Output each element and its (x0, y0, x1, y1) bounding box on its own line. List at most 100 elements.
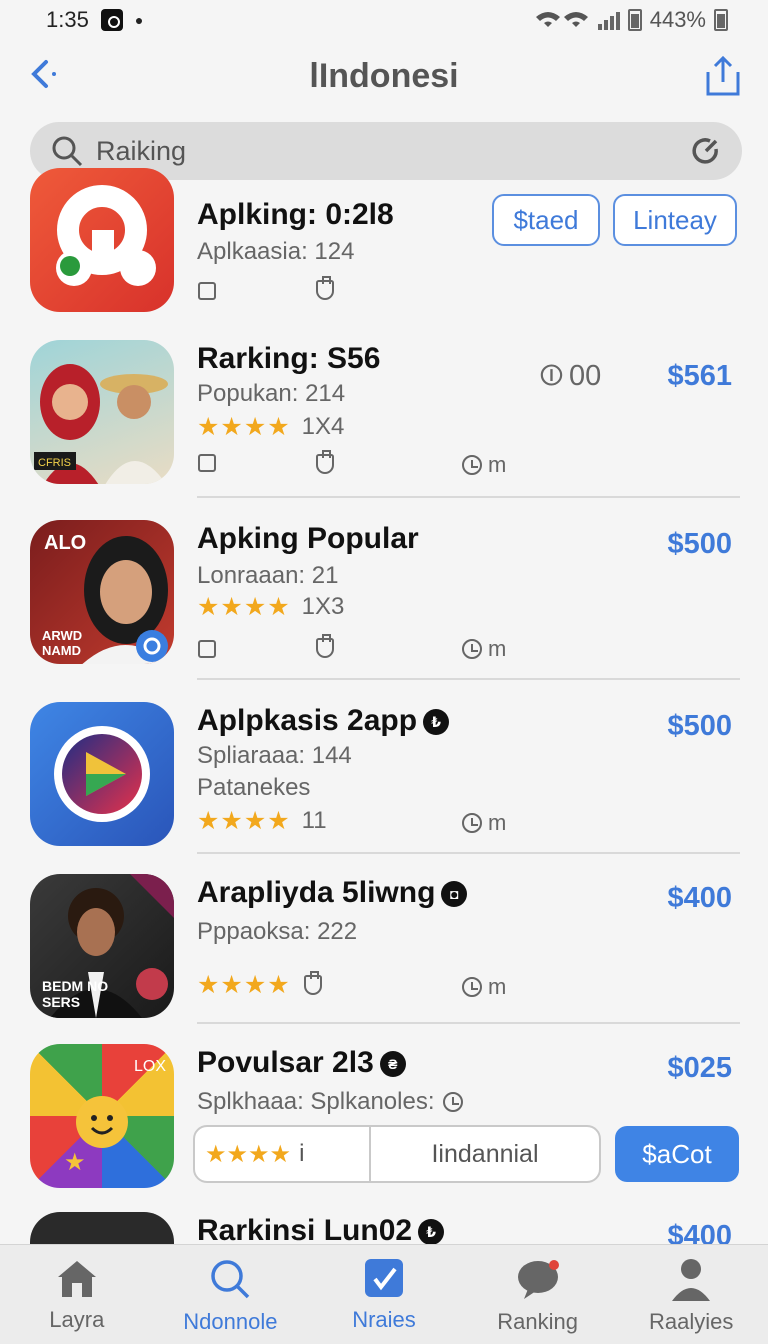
download-badge: ⏼ 00 (540, 360, 601, 393)
status-bar: 1:35 ● 443% (0, 0, 768, 40)
category-segment[interactable]: Iindannial (371, 1127, 599, 1181)
list-item[interactable]: Aplpkasis 2app ₺ Spliaraaa: 144 Patanekes… (0, 702, 768, 862)
verified-icon: ₺ (418, 1219, 445, 1244)
tab-label: Nraies (352, 1307, 416, 1332)
top-header: lIndonesi (0, 44, 768, 108)
app-icon: ★ LOX (30, 1044, 174, 1188)
bottom-tab-bar: Layra Ndonnole Nraies Ranking Raalyies (0, 1244, 768, 1344)
clock-icon (442, 1092, 463, 1112)
app-name-text: Aplpkasis 2app (197, 704, 418, 737)
app-price[interactable]: $400 (667, 882, 732, 915)
divider (197, 852, 740, 854)
star-rating: ★★★★ 11 (197, 806, 327, 836)
refresh-icon[interactable] (690, 135, 722, 167)
page-title: lIndonesi (309, 56, 459, 95)
battery-icon (714, 9, 728, 31)
list-item[interactable]: BEDM NO SERS Arapliyda 5liwng ◘ Pppaoksa:… (0, 874, 768, 1034)
get-button[interactable]: $aCot (615, 1126, 739, 1182)
tab-label: Raalyies (648, 1309, 734, 1334)
tab-search[interactable]: Ndonnole (154, 1245, 308, 1344)
time-meta: m (462, 636, 506, 662)
stated-button[interactable]: $taed (492, 194, 600, 246)
list-item[interactable]: ALO ARWD NAMD Apking Popular Lonraaan: 2… (0, 520, 768, 680)
app-name: Rarking: S56 (197, 342, 381, 375)
rating-segment[interactable]: ★★★★ i (195, 1127, 371, 1181)
edit-icon (364, 1259, 403, 1297)
app-price[interactable]: $500 (667, 710, 732, 743)
app-name: Aplpkasis 2app ₺ (197, 704, 450, 738)
app-subtitle: Popukan: 214 (197, 380, 346, 407)
rating-stars: ★★★★ (197, 971, 291, 999)
app-price[interactable]: $561 (667, 360, 732, 393)
app-subtitle: Lonraaan: 21 (197, 562, 339, 589)
wifi-icon (535, 12, 588, 27)
svg-text:CFRIS: CFRIS (38, 457, 71, 469)
tab-new[interactable]: Nraies (307, 1245, 461, 1344)
app-subtitle-text: Splkhaaa: Splkanoles: (197, 1088, 435, 1115)
bookmark-icon (198, 282, 216, 300)
search-icon (211, 1260, 250, 1299)
rating-count: 1X4 (301, 413, 345, 440)
shield-icon (316, 276, 334, 300)
verified-icon: ₴ (379, 1051, 406, 1078)
list-item[interactable]: Rarkinsi Lun02 ₺ $400 (0, 1212, 768, 1244)
app-name-text: Rarkinsi Lun02 (197, 1214, 413, 1244)
divider (197, 1022, 740, 1024)
app-icon (30, 1212, 174, 1244)
back-icon[interactable] (24, 54, 64, 94)
list-item[interactable]: Aplking: 0:2l8 Aplkaasia: 124 $taed Lint… (0, 168, 768, 328)
app-price[interactable]: $500 (667, 528, 732, 561)
app-name: Povulsar 2l3 ₴ (197, 1046, 406, 1080)
rating-filter-control[interactable]: ★★★★ i Iindannial (193, 1125, 601, 1183)
verified-icon: ₺ (423, 709, 450, 736)
verified-icon: ◘ (441, 881, 468, 908)
app-icon (30, 702, 174, 846)
battery-percent: 443% (649, 7, 706, 32)
app-name: Aplking: 0:2l8 (197, 198, 394, 231)
time-meta-value: m (488, 810, 507, 835)
chat-icon (517, 1260, 559, 1299)
app-price[interactable]: $400 (667, 1220, 732, 1244)
battery-small-icon (627, 9, 642, 31)
tab-label: Layra (49, 1307, 105, 1332)
app-name: Arapliyda 5liwng ◘ (197, 876, 468, 910)
bookmark-icon (198, 454, 216, 472)
shield-icon (303, 971, 322, 995)
icon-text-bottom: BEDM NO SERS (42, 978, 109, 1010)
status-time: 1:35 (46, 7, 89, 32)
star-rating: ★★★★ 1X3 (197, 592, 344, 622)
app-icon (30, 168, 174, 312)
tab-label: Ranking (497, 1309, 578, 1334)
time-meta-value: m (488, 636, 507, 661)
app-subtitle: Splkhaaa: Splkanoles: (197, 1088, 463, 1116)
app-ranking-list: Aplking: 0:2l8 Aplkaasia: 124 $taed Lint… (0, 168, 768, 1244)
star-rating: ★★★★ 1X4 (197, 412, 344, 442)
power-icon: ⏼ (540, 360, 563, 392)
rating-stars: ★★★★ (197, 593, 291, 621)
tab-ranking[interactable]: Ranking (461, 1245, 615, 1344)
tab-profile[interactable]: Raalyies (614, 1245, 768, 1344)
app-price[interactable]: $025 (667, 1052, 732, 1085)
app-subtitle-2: Patanekes (197, 774, 311, 801)
divider (197, 678, 740, 680)
time-meta: m (462, 452, 506, 478)
linteay-button[interactable]: Linteay (613, 194, 737, 246)
app-name: Rarkinsi Lun02 ₺ (197, 1214, 445, 1244)
notification-dot-icon: ● (134, 12, 144, 28)
app-icon: BEDM NO SERS (30, 874, 174, 1018)
rating-segment-count: i (299, 1140, 305, 1167)
icon-text-top: ALO (44, 532, 87, 554)
search-icon (52, 136, 83, 167)
shield-icon (316, 450, 334, 474)
badge-value: 00 (568, 360, 602, 392)
time-meta: m (462, 810, 506, 836)
app-name: Apking Popular (197, 522, 419, 555)
signal-icon (597, 10, 620, 30)
tab-home[interactable]: Layra (0, 1245, 154, 1344)
search-input[interactable] (96, 135, 690, 167)
clock-icon (462, 813, 482, 833)
app-name-text: Povulsar 2l3 (197, 1046, 374, 1079)
share-icon[interactable] (700, 54, 746, 100)
star-rating: ★★★★ (197, 970, 322, 1000)
list-item[interactable]: CFRIS Rarking: S56 Popukan: 214 ★★★★ 1X4 … (0, 340, 768, 500)
